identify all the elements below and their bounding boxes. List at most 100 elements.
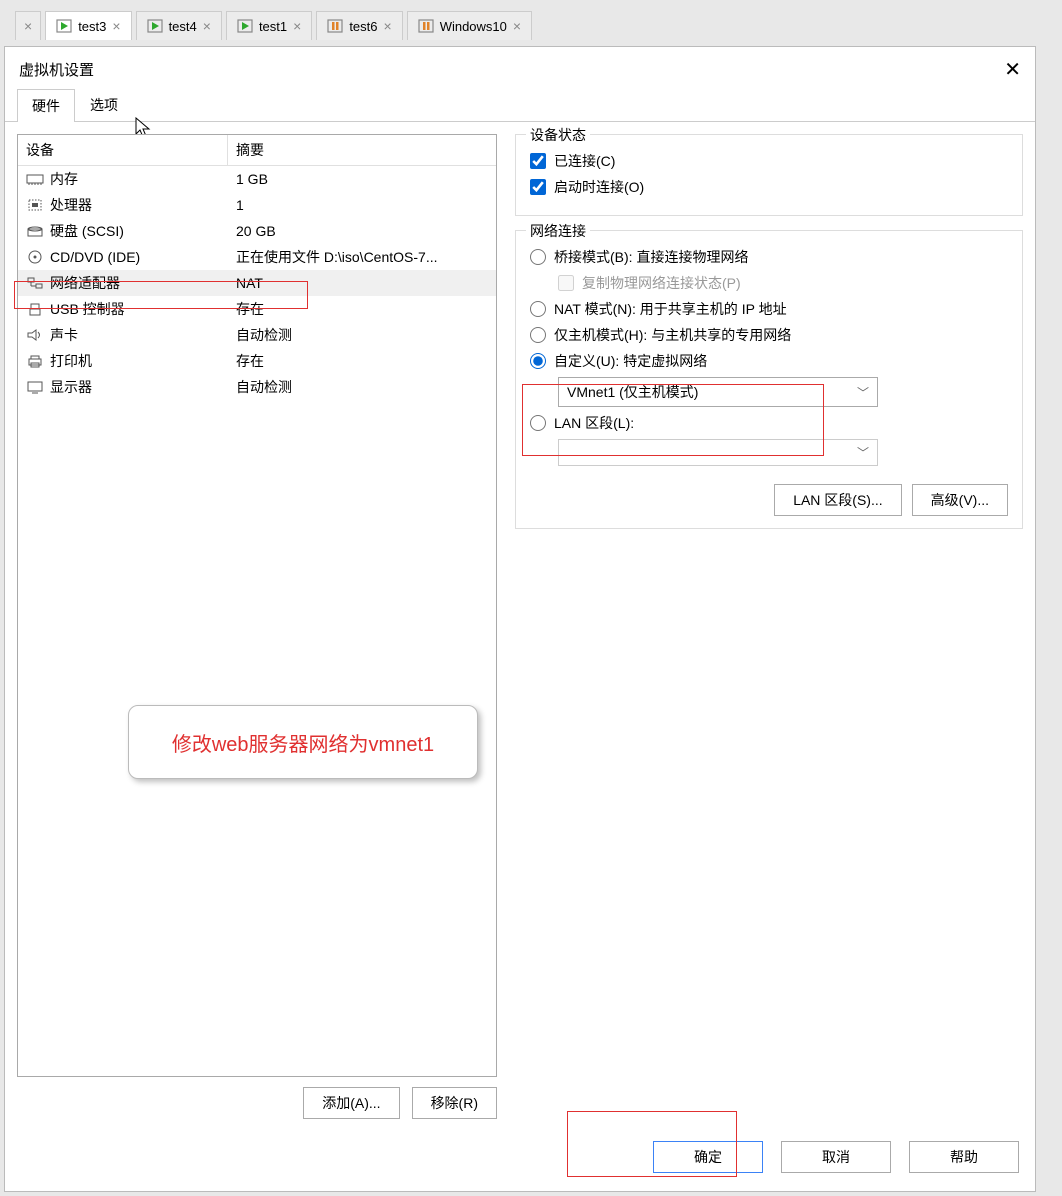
sound-icon — [26, 328, 44, 342]
add-button[interactable]: 添加(A)... — [303, 1087, 399, 1119]
custom-vmnet-value: VMnet1 (仅主机模式) — [567, 382, 698, 402]
device-table: 设备 摘要 内存 1 GB处理器1 硬盘 (SCSI) 20 GBCD/DVD (ID… — [17, 134, 497, 1077]
close-icon[interactable]: × — [112, 18, 120, 34]
tab-label: test3 — [78, 19, 106, 34]
nat-radio-row[interactable]: NAT 模式(N): 用于共享主机的 IP 地址 — [530, 299, 1008, 319]
lan-segment-radio[interactable] — [530, 415, 546, 431]
dialog-tabs: 硬件 选项 — [5, 88, 1035, 122]
custom-label: 自定义(U): 特定虚拟网络 — [554, 351, 707, 371]
hardware-right-panel: 设备状态 已连接(C) 启动时连接(O) 网络连接 桥接模式(B): 直接连接物… — [515, 134, 1023, 1119]
tab-windows10[interactable]: Windows10 × — [407, 11, 532, 40]
device-row[interactable]: 声卡 自动检测 — [18, 322, 496, 348]
chevron-down-icon: ﹀ — [857, 444, 869, 461]
replicate-checkbox-row: 复制物理网络连接状态(P) — [558, 273, 1008, 293]
tab-test6[interactable]: test6 × — [316, 11, 402, 40]
custom-vmnet-select[interactable]: VMnet1 (仅主机模式) ﹀ — [558, 377, 878, 407]
connect-at-power-on-checkbox[interactable] — [530, 179, 546, 195]
tab-label: test1 — [259, 19, 287, 34]
tab-test3[interactable]: test3 × — [45, 11, 131, 40]
device-name: 声卡 — [50, 325, 78, 345]
vm-settings-dialog: 虚拟机设置 ✕ 硬件 选项 设备 摘要 内存 1 GB处理器1 硬盘 (SCSI) 2… — [4, 46, 1036, 1192]
col-device: 设备 — [18, 135, 228, 165]
tab-close-prev[interactable]: × — [15, 11, 41, 40]
device-status-legend: 设备状态 — [526, 125, 590, 145]
lan-segments-button[interactable]: LAN 区段(S)... — [774, 484, 901, 516]
device-table-header: 设备 摘要 — [18, 135, 496, 166]
device-summary: 自动检测 — [228, 322, 496, 348]
close-icon[interactable]: × — [513, 18, 521, 34]
device-row[interactable]: USB 控制器 存在 — [18, 296, 496, 322]
hostonly-label: 仅主机模式(H): 与主机共享的专用网络 — [554, 325, 791, 345]
annotation-callout: 修改web服务器网络为vmnet1 — [128, 705, 478, 779]
device-name: 硬盘 (SCSI) — [50, 221, 124, 241]
connected-checkbox-row[interactable]: 已连接(C) — [530, 151, 1008, 171]
device-row[interactable]: 处理器1 — [18, 192, 496, 218]
replicate-label: 复制物理网络连接状态(P) — [582, 273, 741, 293]
connect-at-power-on-row[interactable]: 启动时连接(O) — [530, 177, 1008, 197]
tab-test1[interactable]: test1 × — [226, 11, 312, 40]
device-summary: NAT — [228, 272, 496, 294]
chevron-down-icon: ﹀ — [857, 384, 869, 401]
device-summary: 1 GB — [228, 168, 496, 190]
custom-radio-row[interactable]: 自定义(U): 特定虚拟网络 — [530, 351, 1008, 371]
replicate-checkbox — [558, 275, 574, 291]
network-icon — [26, 276, 44, 290]
device-name: 打印机 — [50, 351, 92, 371]
lan-segment-radio-row[interactable]: LAN 区段(L): — [530, 413, 1008, 433]
tab-options[interactable]: 选项 — [75, 88, 133, 121]
vm-play-icon — [237, 19, 253, 33]
disk-icon — [26, 224, 44, 238]
remove-button[interactable]: 移除(R) — [412, 1087, 497, 1119]
help-button[interactable]: 帮助 — [909, 1141, 1019, 1173]
device-name: USB 控制器 — [50, 299, 125, 319]
cpu-icon — [26, 198, 44, 212]
device-row[interactable]: 打印机 存在 — [18, 348, 496, 374]
device-summary: 1 — [228, 194, 496, 216]
dialog-close-button[interactable]: ✕ — [1004, 57, 1021, 82]
tab-test4[interactable]: test4 × — [136, 11, 222, 40]
dialog-footer: 确定 取消 帮助 — [5, 1131, 1035, 1191]
cancel-button[interactable]: 取消 — [781, 1141, 891, 1173]
dialog-title: 虚拟机设置 — [19, 59, 94, 80]
vm-pause-icon — [327, 19, 343, 33]
hostonly-radio-row[interactable]: 仅主机模式(H): 与主机共享的专用网络 — [530, 325, 1008, 345]
hardware-left-panel: 设备 摘要 内存 1 GB处理器1 硬盘 (SCSI) 20 GBCD/DVD (ID… — [17, 134, 497, 1119]
device-summary: 存在 — [228, 296, 496, 322]
device-summary: 正在使用文件 D:\iso\CentOS-7... — [228, 244, 496, 270]
bridged-radio[interactable] — [530, 249, 546, 265]
device-summary: 自动检测 — [228, 374, 496, 400]
bridged-label: 桥接模式(B): 直接连接物理网络 — [554, 247, 748, 267]
close-icon[interactable]: × — [293, 18, 301, 34]
device-summary: 20 GB — [228, 220, 496, 242]
connect-at-power-on-label: 启动时连接(O) — [554, 177, 644, 197]
device-row[interactable]: 内存 1 GB — [18, 166, 496, 192]
device-name: 网络适配器 — [50, 273, 120, 293]
lan-segment-select: ﹀ — [558, 439, 878, 466]
device-summary: 存在 — [228, 348, 496, 374]
advanced-button[interactable]: 高级(V)... — [912, 484, 1008, 516]
device-row[interactable]: 网络适配器 NAT — [18, 270, 496, 296]
tab-label: test6 — [349, 19, 377, 34]
connected-label: 已连接(C) — [554, 151, 615, 171]
device-name: 内存 — [50, 169, 78, 189]
close-icon[interactable]: × — [384, 18, 392, 34]
lan-segment-label: LAN 区段(L): — [554, 413, 634, 433]
device-row[interactable]: CD/DVD (IDE)正在使用文件 D:\iso\CentOS-7... — [18, 244, 496, 270]
vm-play-icon — [56, 19, 72, 33]
bridged-radio-row[interactable]: 桥接模式(B): 直接连接物理网络 — [530, 247, 1008, 267]
printer-icon — [26, 354, 44, 368]
custom-radio[interactable] — [530, 353, 546, 369]
device-name: 显示器 — [50, 377, 92, 397]
network-connection-group: 网络连接 桥接模式(B): 直接连接物理网络 复制物理网络连接状态(P) NAT… — [515, 230, 1023, 529]
device-row[interactable]: 硬盘 (SCSI) 20 GB — [18, 218, 496, 244]
tab-hardware[interactable]: 硬件 — [17, 89, 75, 122]
hostonly-radio[interactable] — [530, 327, 546, 343]
ok-button[interactable]: 确定 — [653, 1141, 763, 1173]
nat-radio[interactable] — [530, 301, 546, 317]
device-row[interactable]: 显示器 自动检测 — [18, 374, 496, 400]
col-summary: 摘要 — [228, 135, 496, 165]
dialog-titlebar: 虚拟机设置 ✕ — [5, 47, 1035, 88]
connected-checkbox[interactable] — [530, 153, 546, 169]
nat-label: NAT 模式(N): 用于共享主机的 IP 地址 — [554, 299, 787, 319]
close-icon[interactable]: × — [203, 18, 211, 34]
